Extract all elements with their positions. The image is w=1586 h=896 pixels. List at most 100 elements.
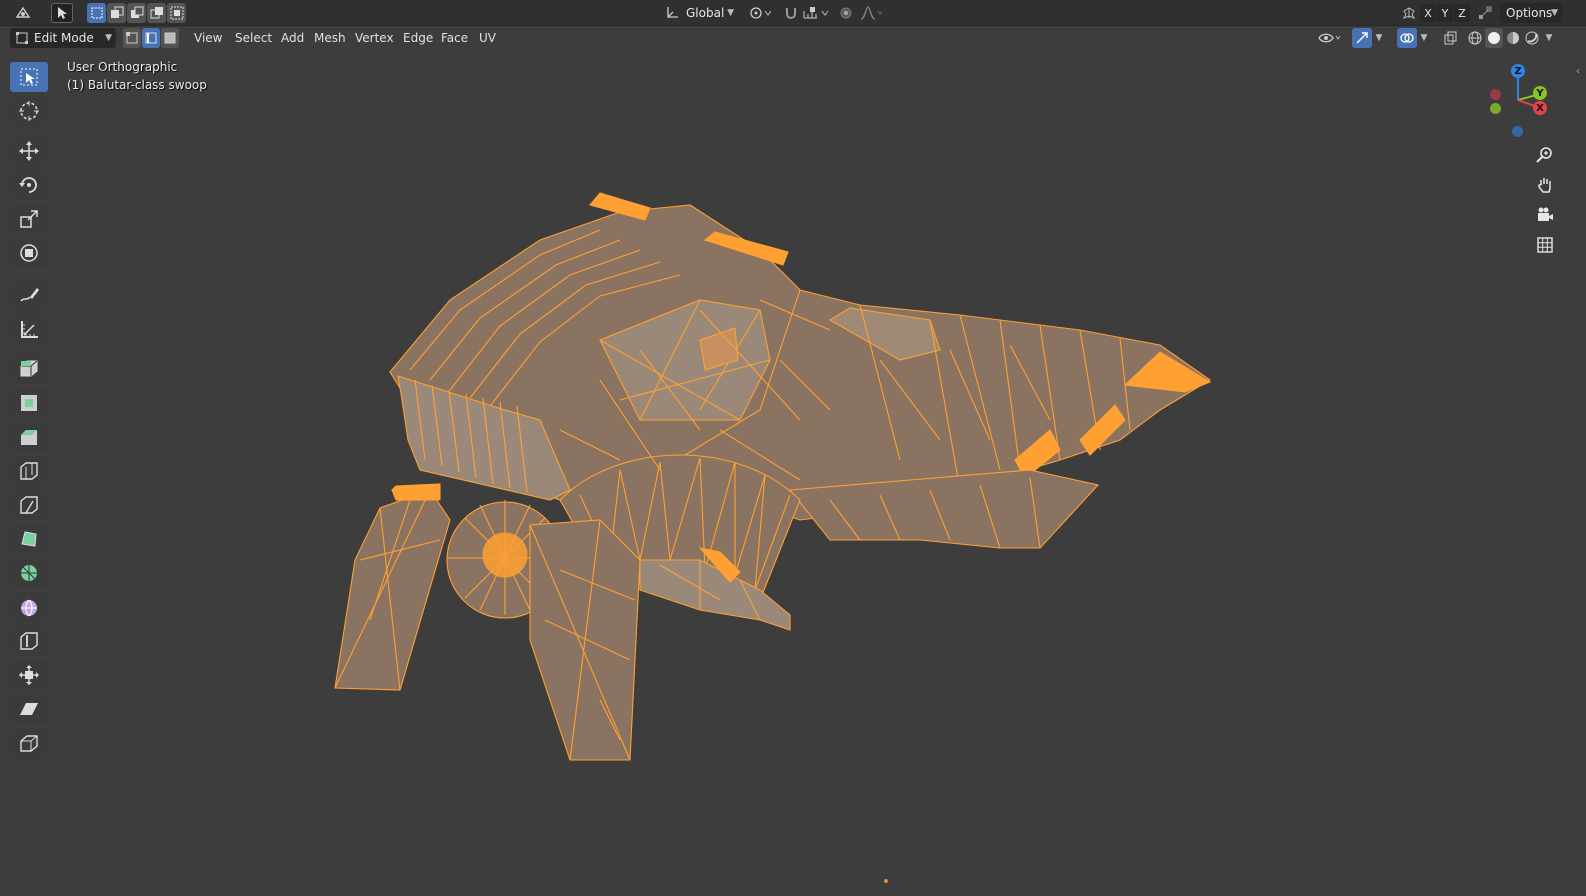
shrink-fatten-tool[interactable] [10,660,48,690]
orientation-axes-icon [667,7,678,18]
menu-select[interactable]: Select [231,28,276,48]
mirror-z-label: Z [1458,6,1466,20]
spin-tool[interactable] [10,558,48,588]
inset-tool[interactable] [10,388,48,418]
mesh-viewport[interactable] [0,0,1586,896]
area-split-handle[interactable] [884,879,888,883]
select-mode-subtract-button[interactable] [127,3,146,23]
annotate-tool[interactable] [10,280,48,310]
canopy-window [699,327,739,371]
rear-engine-block [389,204,831,501]
menu-face[interactable]: Face [437,28,472,48]
select-tool-indicator[interactable] [51,3,73,23]
move-tool[interactable] [10,136,48,166]
rotate-tool[interactable] [10,170,48,200]
edge-slide-tool[interactable] [10,626,48,656]
xray-toggle-button[interactable] [1441,28,1461,48]
mirror-options-button[interactable] [1400,3,1418,23]
pan-button[interactable] [1532,172,1558,198]
cursor-tool[interactable] [10,96,48,126]
transform-tool[interactable] [10,238,48,268]
center-canopy [599,299,771,421]
measure-tool[interactable] [10,314,48,344]
shear-icon [20,703,38,715]
select-mode-extend-button[interactable] [107,3,126,23]
select-mode-new-button[interactable] [87,3,106,23]
move-icon [19,141,39,161]
shading-rendered-button[interactable] [1523,28,1541,48]
gizmo-x-axis[interactable]: X [1533,101,1547,115]
face-select-mode-button[interactable] [161,28,179,48]
camera-view-button[interactable] [1532,202,1558,228]
rip-region-tool[interactable] [10,728,48,758]
smooth-tool[interactable] [10,592,48,622]
menu-add[interactable]: Add [277,28,308,48]
edge-select-mode-button[interactable] [142,28,160,48]
bevel-tool[interactable] [10,422,48,452]
vertex-select-mode-button[interactable] [123,28,141,48]
sidebar-toggle-arrow[interactable]: ‹ [1576,66,1586,80]
pivot-point-dropdown[interactable] [746,3,774,23]
cursor-icon [19,101,39,121]
knife-tool[interactable] [10,490,48,520]
gizmo-neg-x-axis[interactable] [1490,89,1501,100]
menu-uv[interactable]: UV [475,28,500,48]
editor-type-button[interactable] [8,3,40,23]
mode-dropdown[interactable]: Edit Mode ▼ [10,28,116,48]
transform-orientation-dropdown[interactable]: Global ▼ [682,3,738,23]
proportional-edit-button[interactable] [837,3,855,23]
turbine-spokes [448,500,562,615]
orientation-icon-button[interactable] [663,3,681,23]
eye-icon [1318,33,1341,43]
front-canard [698,547,741,583]
smooth-icon [21,599,37,617]
solid-sphere-icon [1488,32,1500,44]
visibility-dropdown[interactable] [1316,28,1344,48]
zoom-button[interactable] [1532,142,1558,168]
shear-tool[interactable] [10,694,48,724]
menu-mesh[interactable]: Mesh [310,28,350,48]
gizmo-z-label: Z [1514,65,1522,77]
mirror-y-toggle[interactable]: Y [1437,4,1453,22]
overlays-toggle-button[interactable] [1397,28,1417,48]
shading-material-button[interactable] [1504,28,1522,48]
shading-solid-button[interactable] [1485,28,1503,48]
loop-cut-tool[interactable] [10,456,48,486]
snap-toggle-button[interactable] [782,3,800,23]
menu-edge[interactable]: Edge [399,28,437,48]
menu-vertex[interactable]: Vertex [351,28,398,48]
gizmo-neg-z-axis[interactable] [1512,126,1523,137]
nose-body [659,289,1212,521]
gizmo-options-dropdown[interactable]: ▼ [1373,28,1385,48]
chevron-down-icon: ▼ [1375,33,1383,43]
extrude-tool[interactable] [10,354,48,384]
gizmo-z-axis[interactable]: Z [1511,64,1525,78]
3d-viewport-icon [15,6,31,18]
select-extend-icon [110,6,123,18]
mirror-x-toggle[interactable]: X [1420,4,1436,22]
gizmo-toggle-button[interactable] [1352,28,1372,48]
menu-view[interactable]: View [190,28,226,48]
shading-options-dropdown[interactable]: ▼ [1542,28,1556,48]
select-invert-icon [150,7,163,19]
overlays-options-dropdown[interactable]: ▼ [1418,28,1430,48]
snap-target-dropdown[interactable] [801,3,831,23]
shading-wireframe-button[interactable] [1466,28,1484,48]
options-dropdown[interactable]: Options ▼ [1500,3,1562,23]
topology-mirror-icon [1479,6,1492,19]
perspective-toggle-button[interactable] [1532,232,1558,258]
mirror-z-toggle[interactable]: Z [1454,4,1470,22]
falloff-dropdown[interactable] [858,3,886,23]
poly-build-tool[interactable] [10,524,48,554]
swoop-mesh[interactable] [334,192,1212,761]
gizmo-y-label: Y [1536,87,1544,99]
gizmo-neg-y-axis[interactable] [1490,103,1501,114]
select-mode-intersect-button[interactable] [167,3,186,23]
topology-mirror-button[interactable] [1476,3,1494,23]
select-box-tool[interactable] [10,62,48,92]
select-mode-invert-button[interactable] [147,3,166,23]
gizmo-y-axis[interactable]: Y [1533,86,1547,100]
scale-tool[interactable] [10,204,48,234]
grille-bars [414,379,528,493]
navigation-gizmo[interactable]: Z Y X [1484,60,1556,140]
